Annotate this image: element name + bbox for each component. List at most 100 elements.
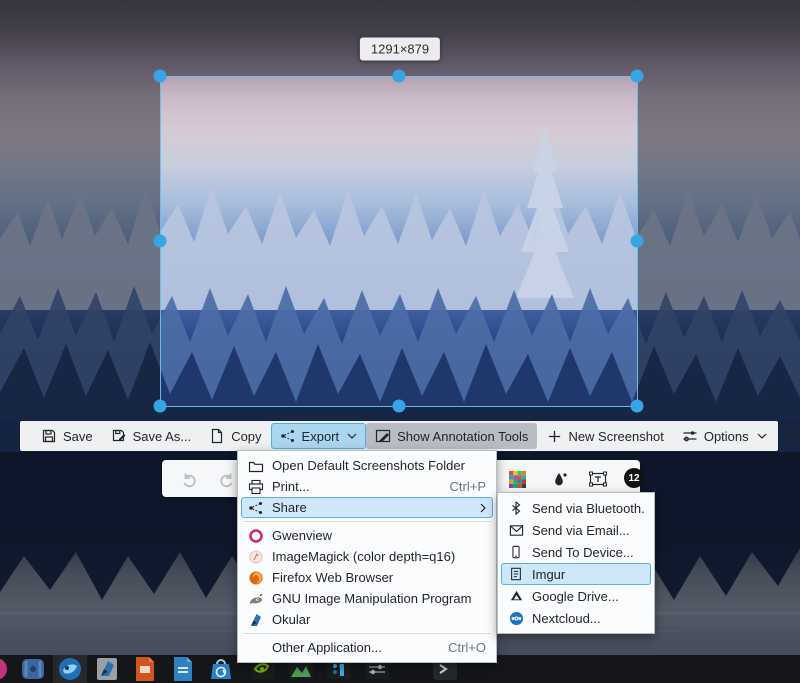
menu-item-open-screenshots-folder[interactable]: Open Default Screenshots Folder — [241, 455, 493, 476]
firefox-icon — [248, 570, 264, 586]
help-icon — [785, 428, 800, 444]
menu-item-label: Google Drive... — [532, 589, 644, 604]
taskbar-icon-discover[interactable] — [208, 656, 234, 682]
export-label: Export — [302, 429, 340, 444]
menu-item-label: Print... — [272, 479, 442, 494]
menu-item-shortcut: Ctrl+P — [450, 479, 486, 494]
fill-opacity-icon[interactable] — [550, 469, 570, 489]
dim-overlay-right — [638, 76, 800, 407]
taskbar-icon-libreoffice-impress[interactable] — [132, 656, 158, 682]
menu-separator — [243, 521, 491, 522]
bluetooth-icon — [508, 501, 524, 515]
selection-handle-middle-right[interactable] — [631, 235, 644, 248]
menu-item-label: GNU Image Manipulation Program — [272, 591, 486, 606]
copy-label: Copy — [231, 429, 261, 444]
copy-button[interactable]: Copy — [200, 423, 270, 449]
menu-item-send-bluetooth[interactable]: Send via Bluetooth... — [501, 497, 651, 519]
menu-item-send-email[interactable]: Send via Email... — [501, 519, 651, 541]
selection-handle-bottom-left[interactable] — [154, 400, 167, 413]
capture-selection[interactable] — [160, 76, 638, 407]
printer-icon — [248, 479, 264, 495]
show-annotation-tools-button[interactable]: Show Annotation Tools — [366, 423, 537, 449]
menu-item-label: Imgur — [532, 567, 644, 582]
menu-item-imagemagick[interactable]: ImageMagick (color depth=q16) — [241, 546, 493, 567]
selection-handle-bottom-right[interactable] — [631, 400, 644, 413]
dim-overlay-left — [0, 76, 160, 407]
google-drive-icon — [508, 589, 524, 604]
taskbar-icon-kwallet[interactable] — [20, 656, 46, 682]
options-button[interactable]: Options — [673, 423, 776, 449]
save-button[interactable]: Save — [32, 423, 102, 449]
annotation-tools-icon — [375, 428, 391, 444]
menu-item-other-application[interactable]: Other Application... Ctrl+O — [241, 637, 493, 658]
submenu-arrow-icon — [480, 503, 486, 513]
color-palette-icon[interactable] — [507, 469, 527, 489]
menu-item-label: Other Application... — [272, 640, 440, 655]
device-icon — [508, 545, 524, 559]
taskbar-icon-pinned-media[interactable] — [0, 656, 9, 682]
imgur-icon — [508, 567, 524, 581]
taskbar-icon-text-document[interactable] — [170, 656, 196, 682]
selection-size-label: 1291×879 — [360, 38, 440, 61]
menu-item-label: Gwenview — [272, 528, 486, 543]
options-sliders-icon — [682, 428, 698, 444]
menu-item-shortcut: Ctrl+O — [448, 640, 486, 655]
menu-separator — [243, 633, 491, 634]
chevron-down-icon — [347, 433, 357, 439]
menu-item-gwenview[interactable]: Gwenview — [241, 525, 493, 546]
selection-handle-bottom-center[interactable] — [393, 400, 406, 413]
plus-icon — [546, 428, 562, 444]
menu-item-imgur[interactable]: Imgur — [501, 563, 651, 585]
share-icon — [280, 428, 296, 444]
menu-item-label: Firefox Web Browser — [272, 570, 486, 585]
selection-handle-middle-left[interactable] — [154, 235, 167, 248]
share-icon — [248, 500, 264, 516]
imagemagick-icon — [248, 549, 264, 565]
menu-item-label: ImageMagick (color depth=q16) — [272, 549, 486, 564]
save-as-icon — [111, 428, 127, 444]
selection-handle-top-center[interactable] — [393, 70, 406, 83]
menu-item-label: Open Default Screenshots Folder — [272, 458, 486, 473]
okular-icon — [248, 612, 264, 628]
menu-item-label: Send via Email... — [532, 523, 644, 538]
spectacle-window: 1291×879 Save Save As... Copy Export — [0, 0, 800, 683]
redo-icon[interactable] — [216, 469, 236, 489]
menu-item-nextcloud[interactable]: Nextcloud... — [501, 607, 651, 629]
nextcloud-icon — [508, 611, 524, 626]
export-button[interactable]: Export — [271, 423, 367, 449]
options-label: Options — [704, 429, 749, 444]
menu-item-share[interactable]: Share — [241, 497, 493, 518]
menu-item-print[interactable]: Print... Ctrl+P — [241, 476, 493, 497]
menu-item-firefox[interactable]: Firefox Web Browser — [241, 567, 493, 588]
export-menu: Open Default Screenshots Folder Print...… — [237, 450, 497, 663]
email-icon — [508, 523, 524, 538]
menu-item-label: Send via Bluetooth... — [532, 501, 644, 516]
menu-item-gimp[interactable]: GNU Image Manipulation Program — [241, 588, 493, 609]
menu-item-label: Okular — [272, 612, 486, 627]
undo-icon[interactable] — [180, 469, 200, 489]
gimp-icon — [248, 591, 264, 607]
selection-handle-top-right[interactable] — [631, 70, 644, 83]
save-as-button[interactable]: Save As... — [102, 423, 201, 449]
share-submenu: Send via Bluetooth... Send via Email... … — [497, 492, 655, 634]
menu-item-label: Nextcloud... — [532, 611, 644, 626]
chevron-down-icon — [757, 433, 767, 439]
gwenview-icon — [248, 528, 264, 544]
selection-handle-top-left[interactable] — [154, 70, 167, 83]
menu-item-label: Share — [272, 500, 472, 515]
show-annotation-tools-label: Show Annotation Tools — [397, 429, 528, 444]
new-screenshot-button[interactable]: New Screenshot — [537, 423, 672, 449]
main-toolbar: Save Save As... Copy Export — [20, 421, 778, 451]
menu-item-okular[interactable]: Okular — [241, 609, 493, 630]
font-size-badge[interactable]: 12 — [624, 468, 644, 488]
save-label: Save — [63, 429, 93, 444]
help-button[interactable]: Help — [776, 423, 800, 449]
menu-item-send-to-device[interactable]: Send To Device... — [501, 541, 651, 563]
text-format-icon[interactable] — [588, 469, 608, 489]
taskbar-icon-falkon-browser[interactable] — [57, 656, 83, 682]
menu-item-google-drive[interactable]: Google Drive... — [501, 585, 651, 607]
save-as-label: Save As... — [133, 429, 192, 444]
new-screenshot-label: New Screenshot — [568, 429, 663, 444]
taskbar-icon-okular[interactable] — [94, 656, 120, 682]
menu-item-label: Send To Device... — [532, 545, 644, 560]
